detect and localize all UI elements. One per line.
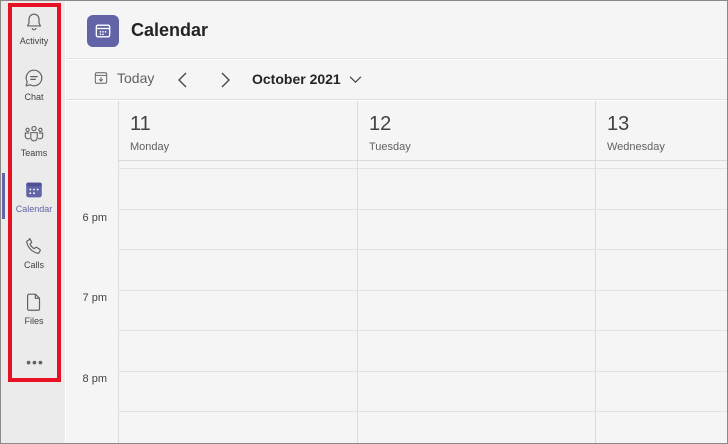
chat-icon	[25, 69, 43, 87]
chevron-left-icon[interactable]	[176, 71, 190, 89]
rail-label-teams: Teams	[20, 148, 48, 158]
rail-label-calendar: Calendar	[15, 204, 53, 214]
rail-item-calendar[interactable]: Calendar	[11, 177, 57, 225]
calendar-glyph-icon	[95, 24, 111, 38]
calendar-today-icon	[94, 72, 108, 84]
chevron-right-icon[interactable]	[218, 71, 232, 89]
time-label-7pm: 7 pm	[82, 292, 107, 304]
app-header: Calendar	[66, 1, 727, 59]
day-name: Tuesday	[369, 141, 411, 153]
app-rail: Activity Chat Teams Calendar Calls Files…	[1, 1, 65, 443]
day-name: Wednesday	[607, 141, 665, 153]
today-button[interactable]: Today	[94, 70, 154, 86]
rail-item-teams[interactable]: Teams	[11, 121, 57, 169]
active-indicator	[2, 173, 5, 219]
phone-icon	[26, 237, 41, 254]
calendar-toolbar: Today October 2021	[66, 60, 727, 100]
time-slot-area-tuesday[interactable]	[358, 169, 595, 443]
day-name: Monday	[130, 141, 170, 153]
month-picker[interactable]: October 2021	[252, 71, 362, 87]
day-header-wednesday[interactable]: 13 Wednesday	[596, 101, 727, 160]
time-label-8pm: 8 pm	[82, 373, 107, 385]
day-number: 11	[130, 113, 151, 135]
more-apps-button[interactable]: •••	[23, 355, 47, 371]
rail-item-files[interactable]: Files	[11, 289, 57, 337]
day-number: 13	[607, 113, 630, 135]
calendar-icon	[26, 182, 42, 198]
rail-item-activity[interactable]: Activity	[11, 9, 57, 57]
day-header-monday[interactable]: 11 Monday	[119, 101, 357, 160]
calendar-grid: 6 pm 7 pm 8 pm 11 Monday 12 Tuesday 13 W…	[66, 101, 727, 443]
rail-item-chat[interactable]: Chat	[11, 65, 57, 113]
time-label-6pm: 6 pm	[82, 212, 107, 224]
rail-item-calls[interactable]: Calls	[11, 233, 57, 281]
day-header-tuesday[interactable]: 12 Tuesday	[358, 101, 595, 160]
today-label: Today	[117, 70, 155, 86]
time-slot-area-wednesday[interactable]	[596, 169, 727, 443]
rail-label-calls: Calls	[23, 260, 44, 270]
bell-icon	[26, 13, 42, 31]
time-slot-area-monday[interactable]	[119, 169, 357, 443]
chevron-down-icon	[349, 75, 362, 83]
file-icon	[26, 293, 41, 311]
rail-label-files: Files	[24, 316, 44, 326]
rail-label-chat: Chat	[24, 92, 44, 102]
rail-label-activity: Activity	[19, 36, 49, 46]
month-label: October 2021	[252, 71, 341, 87]
page-title: Calendar	[131, 20, 209, 40]
day-number: 12	[369, 113, 392, 135]
time-column: 6 pm 7 pm 8 pm	[66, 101, 118, 443]
teams-icon	[24, 125, 44, 142]
header-divider	[118, 160, 727, 161]
calendar-app-icon	[87, 15, 119, 47]
